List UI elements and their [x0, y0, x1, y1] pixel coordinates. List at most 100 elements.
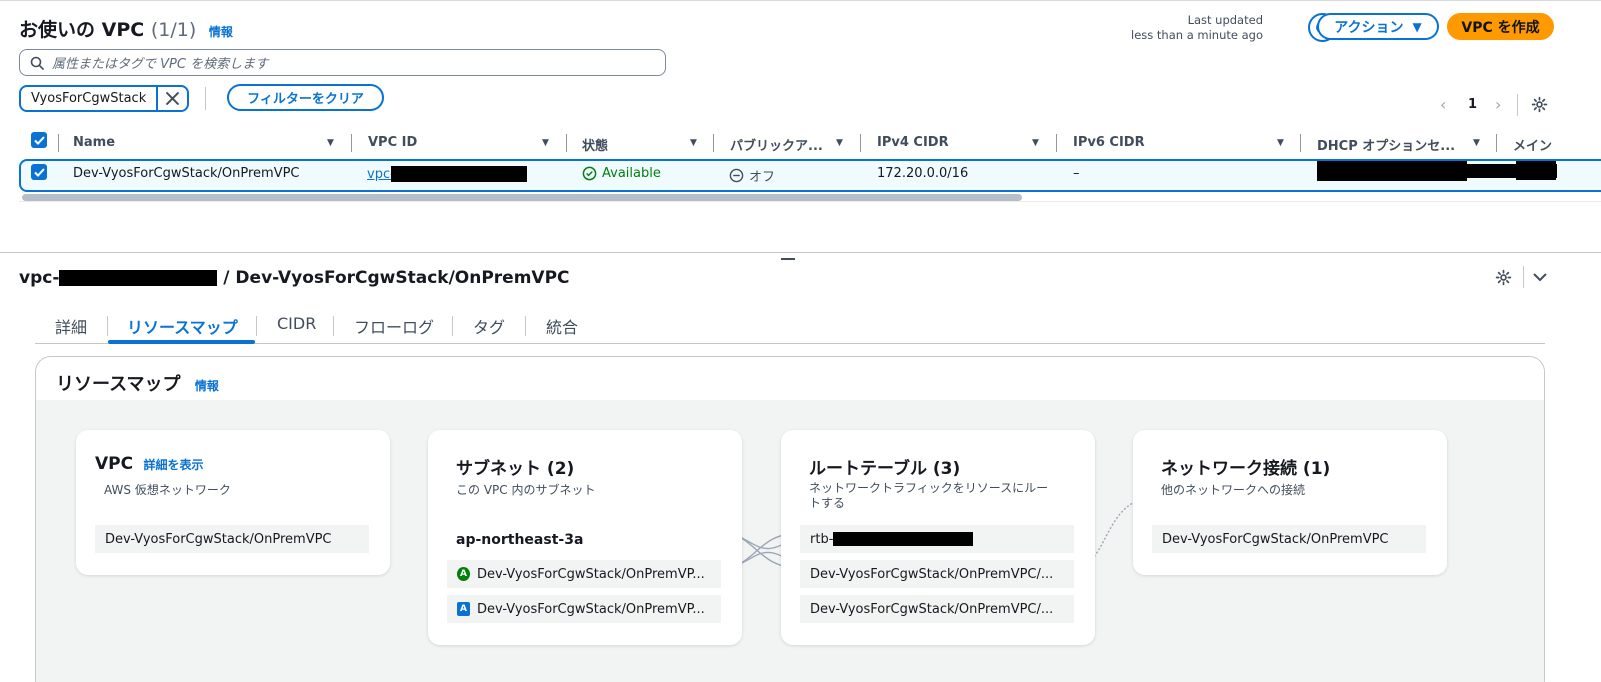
resource-map-canvas: VPC 詳細を表示 AWS 仮想ネットワーク Dev-VyosForCgwSta…: [36, 400, 1544, 682]
column-header-dhcp[interactable]: DHCP オプションセ...: [1317, 135, 1455, 154]
column-header-main[interactable]: メイン: [1513, 135, 1552, 154]
tab-resource-map[interactable]: リソースマップ: [127, 314, 238, 338]
tab-flow-logs[interactable]: フローログ: [354, 314, 434, 338]
route-tables-card: ルートテーブル (3) ネットワークトラフィックをリソースにルートする rtb-…: [781, 430, 1095, 645]
route-table-item[interactable]: Dev-VyosForCgwStack/OnPremVPC/...: [800, 595, 1074, 623]
subnets-card-title: サブネット (2): [456, 459, 575, 479]
availability-zone-label: ap-northeast-3a: [456, 532, 584, 548]
sort-caret-icon[interactable]: ▼: [690, 138, 697, 148]
vpc-item[interactable]: Dev-VyosForCgwStack/OnPremVPC: [95, 525, 369, 553]
route-table-item[interactable]: rtb-: [800, 525, 1074, 553]
route-tables-card-title: ルートテーブル (3): [809, 459, 961, 479]
sort-caret-icon[interactable]: ▼: [836, 138, 843, 148]
search-placeholder: 属性またはタグで VPC を検索します: [52, 57, 269, 72]
row-status: Available: [582, 166, 661, 181]
vpc-count: (1/1): [150, 19, 197, 41]
column-header-name[interactable]: Name: [73, 135, 115, 150]
create-vpc-button[interactable]: VPC を作成: [1447, 13, 1554, 40]
resource-map-title-text: リソースマップ: [56, 374, 181, 395]
redacted-block: [390, 166, 527, 182]
row-public-text: オフ: [749, 170, 776, 185]
tab-divider: [525, 316, 526, 336]
subnet-item[interactable]: A Dev-VyosForCgwStack/OnPremVP...: [447, 560, 721, 588]
row-status-text: Available: [602, 166, 661, 181]
row-vpc-id-link[interactable]: vpc-: [367, 166, 527, 182]
column-divider: [58, 134, 59, 152]
tab-underline: [35, 343, 1545, 344]
row-public: オフ: [729, 166, 775, 185]
subnet-item[interactable]: A Dev-VyosForCgwStack/OnPremVP...: [447, 595, 721, 623]
caret-down-icon: ▼: [1412, 19, 1422, 34]
horizontal-scrollbar[interactable]: [22, 194, 1022, 201]
actions-dropdown[interactable]: アクション ▼: [1317, 13, 1439, 40]
resource-map-title: リソースマップ 情報: [56, 370, 219, 396]
column-header-public[interactable]: パブリックア...: [730, 135, 823, 154]
search-icon: [30, 56, 44, 70]
last-updated-value: less than a minute ago: [1131, 28, 1263, 42]
view-details-link[interactable]: 詳細を表示: [144, 458, 204, 472]
resource-map-container: リソースマップ 情報 VPC 詳細を表示 AWS 仮想ネットワーク Dev-Vy…: [35, 356, 1545, 682]
column-header-ipv4[interactable]: IPv4 CIDR: [877, 135, 949, 150]
row-ipv6: –: [1073, 166, 1080, 181]
rtb-prefix: rtb-: [810, 531, 834, 547]
route-table-item[interactable]: Dev-VyosForCgwStack/OnPremVPC/...: [800, 560, 1074, 588]
tab-tags[interactable]: タグ: [473, 314, 505, 338]
next-page-icon[interactable]: ›: [1495, 95, 1501, 114]
column-header-state[interactable]: 状態: [582, 135, 608, 154]
column-divider: [566, 134, 567, 152]
redacted-main: [1516, 161, 1556, 180]
last-updated-label: Last updated: [1187, 13, 1263, 27]
sort-caret-icon[interactable]: ▼: [542, 138, 549, 148]
remove-filter-button[interactable]: [158, 87, 187, 110]
scroll-track: [19, 201, 1601, 202]
sort-caret-icon[interactable]: ▼: [1277, 138, 1284, 148]
gear-icon[interactable]: [1495, 269, 1512, 286]
info-link[interactable]: 情報: [195, 379, 219, 393]
active-tab-indicator: [108, 340, 255, 344]
page-title-text: お使いの VPC: [19, 19, 145, 41]
page-title: お使いの VPC (1/1) 情報: [19, 15, 233, 42]
page-number[interactable]: 1: [1468, 97, 1477, 112]
search-input[interactable]: 属性またはタグで VPC を検索します: [19, 49, 666, 76]
vpc-card: VPC 詳細を表示 AWS 仮想ネットワーク Dev-VyosForCgwSta…: [76, 430, 390, 575]
redacted-dhcp: [1317, 161, 1467, 181]
create-vpc-label: VPC を作成: [1461, 19, 1540, 36]
subnet-az-badge-icon: A: [457, 602, 470, 616]
vpc-card-title: VPC: [95, 454, 134, 474]
network-card-subtitle: 他のネットワークへの接続: [1161, 483, 1306, 497]
route-tables-card-subtitle: ネットワークトラフィックをリソースにルートする: [809, 481, 1049, 510]
subnet-label: Dev-VyosForCgwStack/OnPremVP...: [477, 566, 705, 582]
actions-label: アクション: [1334, 19, 1404, 36]
column-header-vpc-id[interactable]: VPC ID: [368, 135, 417, 150]
last-updated: Last updated less than a minute ago: [1131, 13, 1263, 43]
prev-page-icon[interactable]: ‹: [1440, 95, 1446, 114]
resize-handle[interactable]: [781, 258, 795, 260]
tab-details[interactable]: 詳細: [55, 314, 87, 338]
clear-filter-button[interactable]: フィルターをクリア: [227, 84, 384, 111]
column-divider: [1056, 134, 1057, 152]
filter-token[interactable]: VyosForCgwStack: [19, 85, 189, 112]
check-icon: [33, 135, 45, 145]
off-icon: [729, 168, 744, 183]
vpc-card-heading: VPC 詳細を表示: [95, 454, 204, 474]
clear-filter-label: フィルターをクリア: [247, 92, 364, 107]
sort-caret-icon[interactable]: ▼: [327, 138, 334, 148]
redacted-rtb-id: [833, 532, 974, 546]
filter-token-label: VyosForCgwStack: [21, 87, 159, 110]
tab-integrations[interactable]: 統合: [546, 314, 578, 338]
tab-cidr[interactable]: CIDR: [277, 314, 316, 333]
gear-icon[interactable]: [1531, 96, 1548, 113]
row-checkbox[interactable]: [31, 164, 47, 180]
subnet-az-badge-icon: A: [457, 567, 470, 581]
divider: [1517, 94, 1518, 116]
network-connection-item[interactable]: Dev-VyosForCgwStack/OnPremVPC: [1152, 525, 1426, 553]
check-icon: [33, 167, 45, 177]
column-header-ipv6[interactable]: IPv6 CIDR: [1073, 135, 1145, 150]
chevron-down-icon[interactable]: [1533, 272, 1547, 282]
sort-caret-icon[interactable]: ▼: [1473, 138, 1480, 148]
sort-caret-icon[interactable]: ▼: [1032, 138, 1039, 148]
tab-divider: [256, 316, 257, 336]
select-all-checkbox[interactable]: [31, 132, 47, 148]
detail-title: vpc- / Dev-VyosForCgwStack/OnPremVPC: [19, 268, 570, 288]
info-link[interactable]: 情報: [209, 25, 233, 39]
